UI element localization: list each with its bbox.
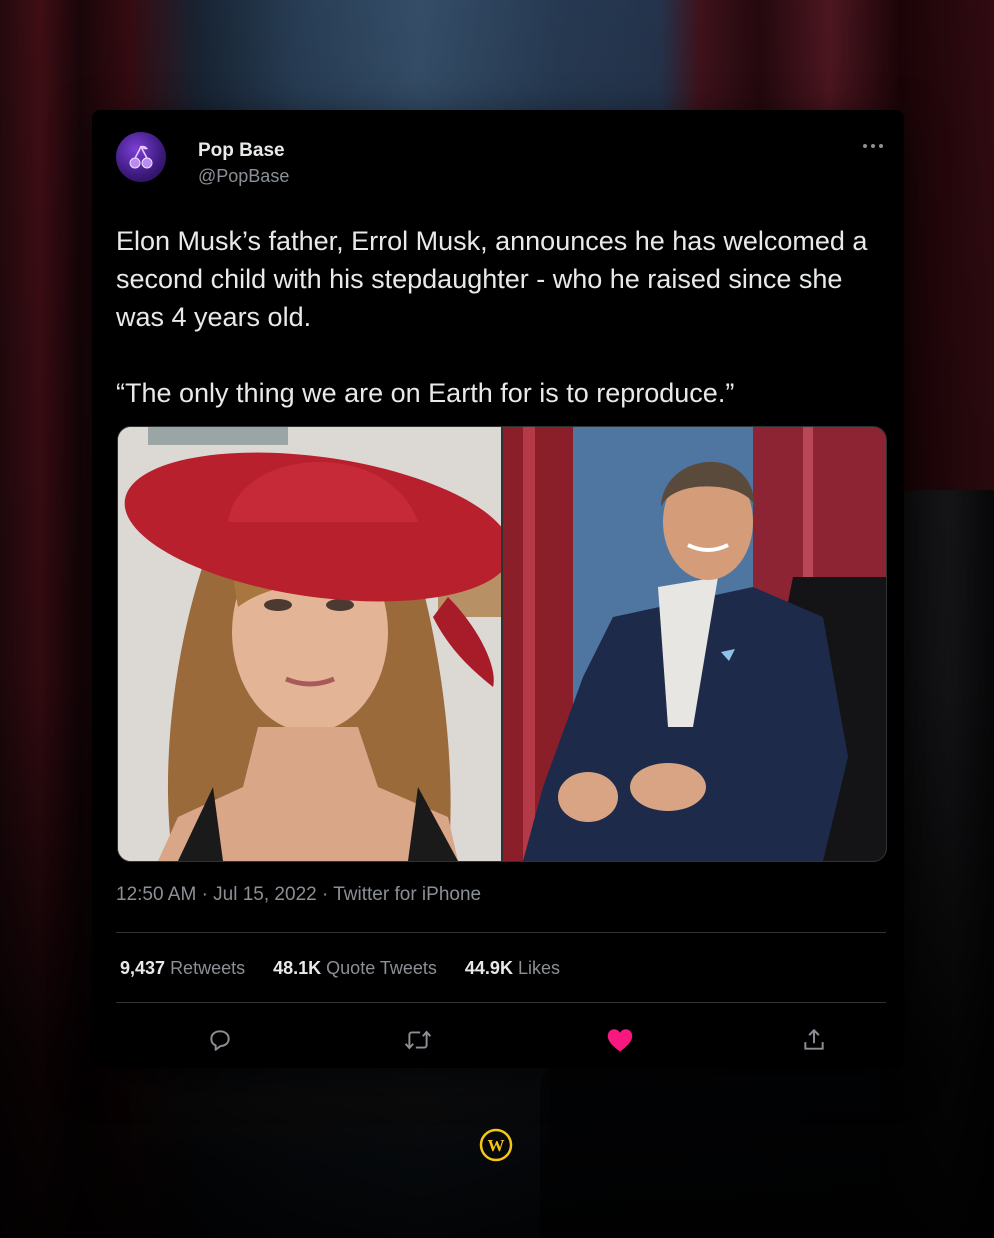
retweet-icon xyxy=(404,1030,432,1050)
reply-icon xyxy=(210,1030,230,1051)
tweet-meta: 12:50 AM · Jul 15, 2022 · Twitter for iP… xyxy=(116,884,481,906)
likes-count: 44.9K xyxy=(464,958,513,978)
retweets-label: Retweets xyxy=(170,958,246,978)
retweets-count: 9,437 xyxy=(120,958,166,978)
quote-tweets-stat[interactable]: 48.1K Quote Tweets xyxy=(273,958,437,979)
tweet-media xyxy=(117,426,887,862)
author-handle[interactable]: @PopBase xyxy=(198,166,289,187)
photo-woman-red-hat[interactable] xyxy=(118,427,501,861)
quote-tweets-count: 48.1K xyxy=(273,958,322,978)
retweet-button[interactable] xyxy=(402,1024,434,1056)
tweet-quote-paragraph: “The only thing we are on Earth for is t… xyxy=(116,378,735,408)
tweet-time[interactable]: 12:50 AM xyxy=(116,884,196,905)
tweet-actions xyxy=(116,1020,886,1060)
tweet-date[interactable]: Jul 15, 2022 xyxy=(213,884,317,905)
tweet-stats: 9,437 Retweets 48.1K Quote Tweets 44.9K … xyxy=(120,958,560,979)
cherry-icon xyxy=(129,145,153,169)
watermark-letter: W xyxy=(488,1136,505,1155)
divider xyxy=(116,1002,886,1003)
share-icon xyxy=(804,1028,824,1050)
photo-man-suit-chair[interactable] xyxy=(503,427,886,861)
tweet-text: Elon Musk’s father, Errol Musk, announce… xyxy=(116,222,886,412)
tweet-text-paragraph: Elon Musk’s father, Errol Musk, announce… xyxy=(116,226,868,332)
more-icon[interactable] xyxy=(862,138,884,149)
watermark-logo: W xyxy=(479,1128,513,1162)
tweet-card: Pop Base @PopBase Elon Musk’s father, Er… xyxy=(92,110,904,1068)
reply-button[interactable] xyxy=(204,1024,236,1056)
like-button[interactable] xyxy=(604,1024,636,1056)
share-button[interactable] xyxy=(798,1024,830,1056)
meta-separator: · xyxy=(321,884,329,905)
meta-separator: · xyxy=(201,884,208,905)
likes-stat[interactable]: 44.9K Likes xyxy=(465,958,560,979)
heart-icon xyxy=(607,1029,633,1052)
tweet-source[interactable]: Twitter for iPhone xyxy=(333,884,481,905)
divider xyxy=(116,932,886,933)
quote-tweets-label: Quote Tweets xyxy=(326,958,437,978)
avatar[interactable] xyxy=(116,132,166,182)
author-name[interactable]: Pop Base xyxy=(198,140,285,162)
likes-label: Likes xyxy=(517,958,560,978)
retweets-stat[interactable]: 9,437 Retweets xyxy=(120,958,245,979)
